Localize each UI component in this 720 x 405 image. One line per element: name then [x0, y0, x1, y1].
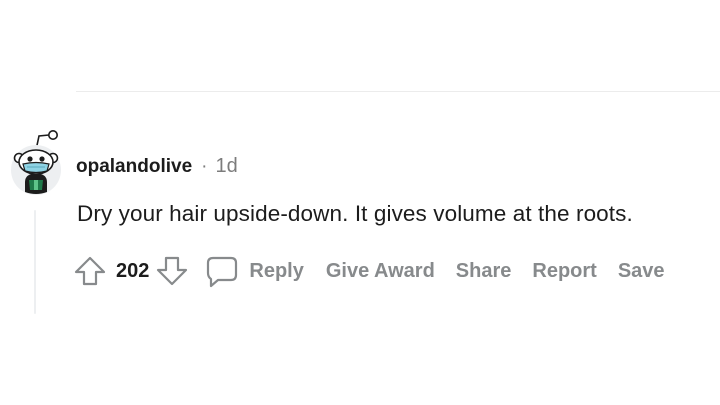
comment-action-bar: 202 Reply Give Award Share Report Save [73, 252, 665, 290]
thread-collapse-line[interactable] [34, 210, 36, 314]
downvote-arrow-icon[interactable] [155, 254, 189, 288]
reply-button[interactable]: Reply [249, 260, 303, 283]
meta-separator: · [201, 156, 208, 177]
comment-timestamp[interactable]: 1d [215, 155, 237, 178]
save-button[interactable]: Save [618, 260, 665, 283]
report-button[interactable]: Report [532, 260, 596, 283]
comment-header: opalandolive · 1d [76, 155, 238, 178]
comment-body: Dry your hair upside-down. It gives volu… [77, 201, 633, 226]
speech-bubble-icon[interactable] [205, 254, 239, 288]
comment-author[interactable]: opalandolive [76, 156, 192, 178]
snoo-avatar-icon[interactable] [8, 124, 64, 200]
upvote-arrow-icon[interactable] [73, 254, 107, 288]
vote-score: 202 [116, 259, 150, 282]
give-award-button[interactable]: Give Award [326, 260, 435, 283]
top-divider [76, 91, 720, 92]
share-button[interactable]: Share [456, 260, 512, 283]
